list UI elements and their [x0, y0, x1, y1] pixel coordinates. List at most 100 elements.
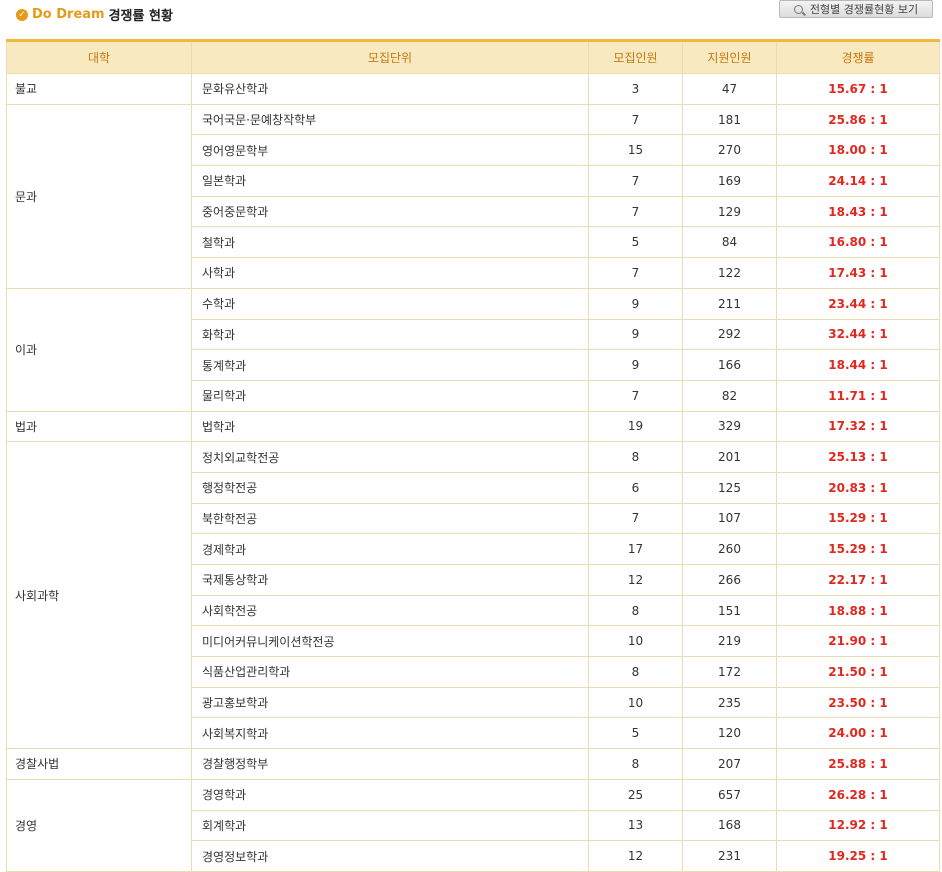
applicants-cell: 219: [682, 625, 777, 658]
college-cell: 경찰사법: [6, 748, 192, 780]
quota-cell: 25: [588, 778, 683, 811]
rate-cell: 15.67 : 1: [776, 73, 940, 105]
quota-cell: 9: [588, 287, 683, 320]
rate-cell: 21.50 : 1: [776, 656, 940, 688]
applicants-cell: 181: [682, 103, 777, 136]
col-header-applicants: 지원인원: [682, 39, 777, 74]
applicants-cell: 166: [682, 349, 777, 381]
view-button-label: 전형별 경쟁률현황 보기: [809, 3, 919, 16]
quota-cell: 7: [588, 257, 683, 289]
check-circle-icon: ✓: [16, 8, 28, 21]
applicants-cell: 172: [682, 656, 777, 688]
quota-cell: 12: [588, 840, 683, 872]
unit-cell: 경영정보학과: [191, 840, 589, 872]
rate-cell: 32.44 : 1: [776, 318, 940, 351]
applicants-cell: 122: [682, 257, 777, 289]
unit-cell: 정치외교학전공: [191, 441, 589, 473]
brand-label: Do Dream: [32, 7, 105, 22]
top-bar: ✓ Do Dream 경쟁률 현황 전형별 경쟁률현황 보기: [0, 0, 942, 39]
unit-cell: 경제학과: [191, 533, 589, 565]
competition-rate-table: 대학 모집단위 모집인원 지원인원 경쟁률 불교 문화유산학과 3 47 15.67 :…: [6, 39, 940, 872]
unit-cell: 통계학과: [191, 349, 589, 381]
applicants-cell: 231: [682, 840, 777, 872]
college-cell: 이과: [6, 287, 192, 412]
unit-cell: 국제통상학과: [191, 564, 589, 596]
quota-cell: 7: [588, 195, 683, 228]
applicants-cell: 125: [682, 471, 777, 504]
rate-cell: 19.25 : 1: [776, 840, 940, 872]
applicants-cell: 82: [682, 379, 777, 412]
rate-cell: 26.28 : 1: [776, 778, 940, 811]
rate-cell: 18.88 : 1: [776, 594, 940, 627]
table-body: 불교 문화유산학과 3 47 15.67 : 1 문과 국어국문·문예창작학부 7 181 25.…: [6, 73, 940, 872]
quota-cell: 15: [588, 134, 683, 167]
rate-cell: 12.92 : 1: [776, 809, 940, 842]
unit-cell: 사회학전공: [191, 594, 589, 627]
college-cell: 경영: [6, 778, 192, 872]
quota-cell: 7: [588, 379, 683, 412]
rate-cell: 11.71 : 1: [776, 379, 940, 412]
quota-cell: 17: [588, 533, 683, 565]
unit-cell: 경영학과: [191, 778, 589, 811]
search-icon: [793, 4, 803, 14]
applicants-cell: 270: [682, 134, 777, 167]
rate-cell: 23.44 : 1: [776, 287, 940, 320]
quota-cell: 7: [588, 103, 683, 136]
quota-cell: 13: [588, 809, 683, 842]
quota-cell: 8: [588, 748, 683, 780]
unit-cell: 북한학전공: [191, 502, 589, 535]
quota-cell: 10: [588, 686, 683, 719]
rate-cell: 18.44 : 1: [776, 349, 940, 381]
unit-cell: 철학과: [191, 226, 589, 259]
applicants-cell: 211: [682, 287, 777, 320]
table-row: 경영 경영학과 25 657 26.28 : 1: [6, 778, 940, 872]
applicants-cell: 168: [682, 809, 777, 842]
unit-cell: 광고홍보학과: [191, 686, 589, 719]
unit-cell: 사학과: [191, 257, 589, 289]
college-cell: 문과: [6, 103, 192, 289]
unit-cell: 물리학과: [191, 379, 589, 412]
rate-cell: 17.43 : 1: [776, 257, 940, 289]
applicants-cell: 329: [682, 410, 777, 443]
rate-cell: 23.50 : 1: [776, 686, 940, 719]
quota-cell: 9: [588, 349, 683, 381]
applicants-cell: 120: [682, 717, 777, 750]
applicants-cell: 266: [682, 564, 777, 596]
col-header-rate: 경쟁률: [776, 39, 940, 74]
rate-cell: 15.29 : 1: [776, 533, 940, 565]
rate-cell: 21.90 : 1: [776, 625, 940, 658]
quota-cell: 10: [588, 625, 683, 658]
rate-cell: 25.86 : 1: [776, 103, 940, 136]
quota-cell: 7: [588, 502, 683, 535]
applicants-cell: 151: [682, 594, 777, 627]
quota-cell: 19: [588, 410, 683, 443]
applicants-cell: 292: [682, 318, 777, 351]
title-label: 경쟁률 현황: [108, 9, 173, 24]
applicants-cell: 235: [682, 686, 777, 719]
quota-cell: 8: [588, 441, 683, 473]
rate-cell: 17.32 : 1: [776, 410, 940, 443]
page-title: ✓ Do Dream 경쟁률 현황: [16, 5, 173, 24]
unit-cell: 영어영문학부: [191, 134, 589, 167]
unit-cell: 화학과: [191, 318, 589, 351]
college-cell: 불교: [6, 73, 192, 105]
quota-cell: 9: [588, 318, 683, 351]
table-header-row: 대학 모집단위 모집인원 지원인원 경쟁률: [6, 39, 940, 74]
col-header-college: 대학: [6, 39, 192, 74]
quota-cell: 6: [588, 471, 683, 504]
rate-cell: 15.29 : 1: [776, 502, 940, 535]
table-row: 이과 수학과 9 211 23.44 : 1: [6, 287, 940, 412]
applicants-cell: 107: [682, 502, 777, 535]
view-by-admission-type-button[interactable]: 전형별 경쟁률현황 보기: [779, 0, 933, 18]
rate-cell: 24.14 : 1: [776, 165, 940, 197]
unit-cell: 경찰행정학부: [191, 748, 589, 780]
unit-cell: 미디어커뮤니케이션학전공: [191, 625, 589, 658]
unit-cell: 중어중문학과: [191, 195, 589, 228]
applicants-cell: 47: [682, 73, 777, 105]
unit-cell: 행정학전공: [191, 471, 589, 504]
rate-cell: 25.13 : 1: [776, 441, 940, 473]
unit-cell: 법학과: [191, 410, 589, 443]
applicants-cell: 84: [682, 226, 777, 259]
rate-cell: 24.00 : 1: [776, 717, 940, 750]
applicants-cell: 129: [682, 195, 777, 228]
